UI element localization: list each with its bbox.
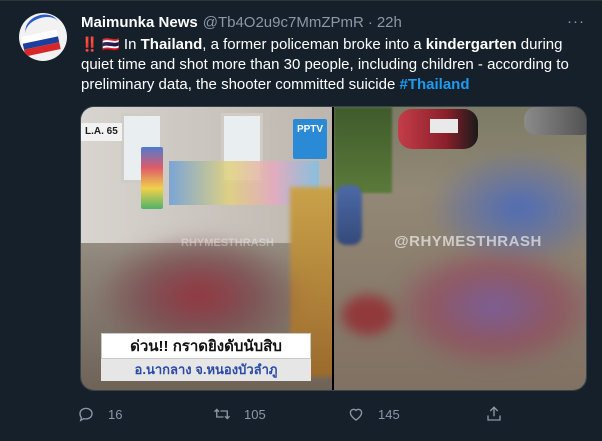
channel-logo: PPTV xyxy=(293,119,327,159)
display-name[interactable]: Maimunka News xyxy=(81,14,198,31)
emoji-prefix: ‼️ 🇹🇭 xyxy=(81,36,120,52)
user-handle[interactable]: @Tb4O2u9c7MmZPmR xyxy=(203,14,364,31)
like-count: 145 xyxy=(378,406,400,422)
text-bold-thailand: Thailand xyxy=(140,36,203,53)
retweet-button[interactable]: 105 xyxy=(212,399,266,429)
photo-motorbike-2 xyxy=(524,107,586,135)
separator-dot: · xyxy=(367,13,373,31)
news-caption-line1: ด่วน!! กราดยิงดับนับสิบ xyxy=(101,333,311,359)
share-button[interactable] xyxy=(484,399,516,429)
reply-button[interactable]: 16 xyxy=(76,399,122,429)
news-caption-line2: อ.นากลาง จ.หนองบัวลำภู xyxy=(101,359,311,381)
photo-blurred-area xyxy=(342,295,394,335)
retweet-count: 105 xyxy=(244,406,266,422)
reply-icon xyxy=(76,404,96,424)
photo-watermark-right: @RHYMESTHRASH xyxy=(394,233,542,250)
media-photo-left[interactable]: L.A. 65 PPTV RHYMESTHRASH ด่วน!! กราดยิง… xyxy=(81,107,332,390)
text-part-1: In xyxy=(119,36,141,53)
media-grid: L.A. 65 PPTV RHYMESTHRASH ด่วน!! กราดยิง… xyxy=(80,106,587,391)
tweet-text: ‼️ 🇹🇭 In Thailand, a former policeman br… xyxy=(81,34,589,95)
more-options-icon[interactable]: ··· xyxy=(565,10,587,32)
share-icon xyxy=(484,404,504,424)
action-bar: 16 105 145 xyxy=(76,399,516,429)
photo-corner-tag: L.A. 65 xyxy=(81,123,122,141)
text-part-2: , a former policeman broke into a xyxy=(202,36,426,53)
timestamp[interactable]: 22h xyxy=(377,14,402,31)
news-caption: ด่วน!! กราดยิงดับนับสิบ อ.นากลาง จ.หนองบ… xyxy=(101,333,311,385)
photo-license-plate xyxy=(430,119,458,133)
avatar[interactable] xyxy=(19,13,67,61)
photo-blurred-area xyxy=(394,247,586,367)
photo-shelf xyxy=(141,147,163,209)
photo-grass xyxy=(334,107,392,193)
text-bold-kindergarten: kindergarten xyxy=(425,36,517,53)
tweet-header: Maimunka News @Tb4O2u9c7MmZPmR · 22h xyxy=(81,12,402,32)
like-button[interactable]: 145 xyxy=(346,399,400,429)
photo-person xyxy=(336,185,362,245)
photo-watermark-left: RHYMESTHRASH xyxy=(181,237,274,249)
tweet[interactable]: Maimunka News @Tb4O2u9c7MmZPmR · 22h ···… xyxy=(0,0,602,441)
media-photo-right[interactable]: @RHYMESTHRASH xyxy=(334,107,586,390)
hashtag-link[interactable]: #Thailand xyxy=(399,76,469,93)
reply-count: 16 xyxy=(108,406,123,422)
retweet-icon xyxy=(212,404,232,424)
heart-icon xyxy=(346,404,366,424)
